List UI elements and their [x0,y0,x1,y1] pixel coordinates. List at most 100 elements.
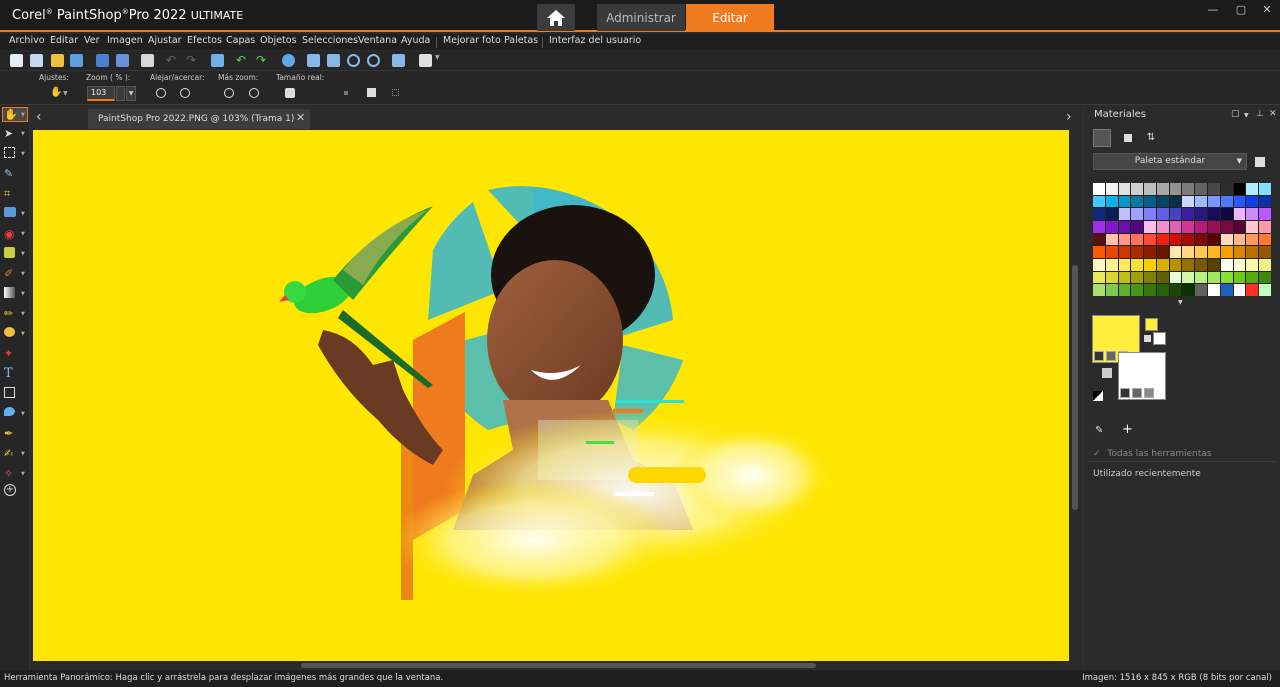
color-swatch[interactable] [1156,259,1169,271]
color-swatch[interactable] [1246,271,1259,284]
color-swatch[interactable] [1233,284,1246,296]
color-swatch[interactable] [1118,271,1131,284]
new-from-template-icon[interactable] [30,54,43,67]
color-swatch[interactable] [1118,259,1131,271]
zoom-out-button[interactable] [156,88,166,98]
more-zoom-in-button[interactable] [249,88,259,98]
panel-restore-icon[interactable]: ▢ [1231,109,1240,119]
color-swatch[interactable] [1105,221,1118,233]
vertical-scroll-thumb[interactable] [1072,265,1078,510]
vertical-scrollbar[interactable] [1070,130,1080,661]
color-swatch[interactable] [1156,233,1169,246]
selection-tool-dropdown-icon[interactable]: ▼ [21,151,25,157]
color-swatch[interactable] [1182,183,1195,195]
color-swatch[interactable] [1131,271,1144,284]
document-tab[interactable]: PaintShop Pro 2022.PNG @ 103% (Trama 1) [88,109,310,129]
tab-manage[interactable]: Administrar [597,4,685,31]
background-color-box[interactable] [1118,352,1166,400]
color-swatch[interactable] [1156,195,1169,208]
reset-colors-icon[interactable] [1093,391,1103,401]
swatch-expand-icon[interactable]: ▼ [1178,299,1183,306]
color-swatch[interactable] [1233,271,1246,284]
color-swatch[interactable] [1246,233,1259,246]
color-swatch[interactable] [1169,284,1182,296]
color-swatch[interactable] [1131,221,1144,233]
color-swatch[interactable] [1169,233,1182,246]
color-swatch[interactable] [1259,195,1271,208]
color-swatch[interactable] [1182,221,1195,233]
color-swatch[interactable] [1220,183,1233,195]
swatch-mode-icon[interactable] [1093,129,1111,147]
add-to-swatches-icon[interactable]: + [1122,422,1133,437]
swap-colors-icon[interactable] [1144,335,1151,342]
color-swatch[interactable] [1105,233,1118,246]
open-folder-icon[interactable] [51,54,64,67]
color-swatch[interactable] [1156,271,1169,284]
preset-shape-tool-icon[interactable] [4,407,15,416]
resize-icon[interactable] [211,54,224,67]
color-swatch[interactable] [1169,271,1182,284]
color-swatch[interactable] [1118,221,1131,233]
color-swatch[interactable] [1233,221,1246,233]
pick-tool-icon[interactable]: ➤ [4,127,18,141]
color-swatch[interactable] [1182,208,1195,220]
color-swatch[interactable] [1156,246,1169,258]
color-swatch[interactable] [1195,271,1208,284]
color-swatch[interactable] [1105,208,1118,220]
color-swatch[interactable] [1259,208,1271,220]
color-swatch[interactable] [1259,284,1271,296]
color-swatch[interactable] [1105,183,1118,195]
close-button[interactable]: ✕ [1258,3,1276,16]
red-eye-tool-icon[interactable]: ◉ [4,227,18,241]
color-swatch[interactable] [1118,233,1131,246]
bg-pattern-mode-icon[interactable] [1144,388,1154,398]
smudge-tool-dropdown-icon[interactable]: ▼ [21,331,25,337]
selection-tool-icon[interactable] [4,147,15,158]
redo-icon[interactable]: ↷ [256,54,269,67]
workspace-dropdown-icon[interactable]: ▼ [435,54,441,67]
tabs-scroll-left-icon[interactable]: ‹ [36,109,42,125]
dropper-tool-icon[interactable]: ✎ [4,167,18,181]
color-swatch[interactable] [1182,259,1195,271]
color-swatch[interactable] [1144,271,1156,284]
bg-gradient-mode-icon[interactable] [1132,388,1142,398]
eraser-tool-icon[interactable]: ✏ [4,307,18,321]
color-swatch[interactable] [1093,233,1105,246]
small-background-swatch[interactable] [1153,332,1166,345]
color-swatch[interactable] [1182,233,1195,246]
tab-edit[interactable]: Editar [686,4,774,31]
color-swatch[interactable] [1246,259,1259,271]
color-swatch[interactable] [1118,284,1131,296]
undo-icon[interactable]: ↶ [236,54,249,67]
color-swatch[interactable] [1144,259,1156,271]
color-swatch[interactable] [1208,233,1220,246]
color-swatch[interactable] [1220,259,1233,271]
shape-tool-icon[interactable] [4,387,15,398]
zoom-spinner[interactable] [116,86,125,101]
color-swatch[interactable] [1246,221,1259,233]
color-swatch[interactable] [1156,183,1169,195]
color-swatch[interactable] [1144,183,1156,195]
color-swatch[interactable] [1118,183,1131,195]
color-swatch[interactable] [1131,233,1144,246]
color-swatch[interactable] [1144,284,1156,296]
all-tools-checkbox[interactable]: ✓ Todas las herramientas [1093,449,1211,459]
image-canvas[interactable] [33,130,1069,661]
color-swatch[interactable] [1208,246,1220,258]
menu-efectos[interactable]: Efectos [187,35,222,46]
color-swatch[interactable] [1259,233,1271,246]
menu-objetos[interactable]: Objetos [260,35,296,46]
makeover-tool-icon[interactable]: ✧ [4,467,18,481]
color-swatch[interactable] [1195,259,1208,271]
color-swatch[interactable] [1233,195,1246,208]
pick-tool-dropdown-icon[interactable]: ▼ [21,131,25,137]
color-swatch[interactable] [1105,195,1118,208]
pan-tool-icon[interactable]: ✋ [4,108,18,122]
color-swatch[interactable] [1105,284,1118,296]
color-swatch[interactable] [1246,208,1259,220]
color-swatch[interactable] [1182,284,1195,296]
makeover-tool-dropdown-icon[interactable]: ▼ [21,471,25,477]
color-swatch[interactable] [1246,195,1259,208]
fit-small-icon[interactable] [344,91,348,95]
color-swatch[interactable] [1233,233,1246,246]
